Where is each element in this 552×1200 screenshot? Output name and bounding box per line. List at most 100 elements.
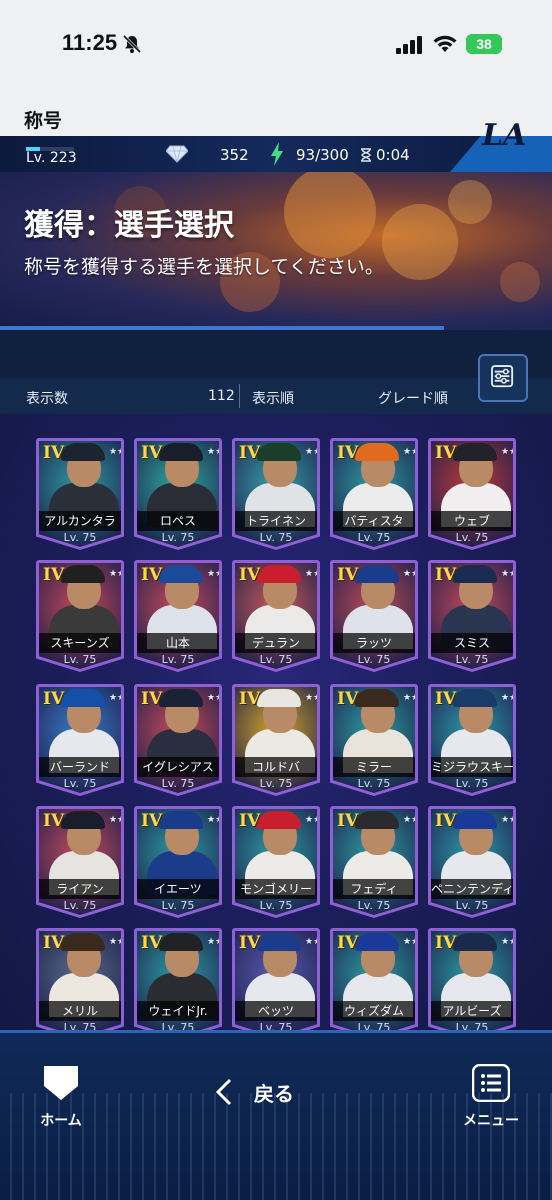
display-count-label: 表示数 [26, 391, 68, 407]
gem-count: 352 [220, 146, 249, 164]
card-grade: IV [337, 933, 359, 953]
team-logo-text: LA [482, 118, 527, 153]
player-name: モンゴメリー [235, 879, 317, 899]
player-name: イグレシアス [137, 757, 219, 777]
player-cap [159, 565, 203, 583]
card-face: IV ★★★★★ イグレシアスLv. 75 [137, 687, 219, 793]
battery-indicator: 38 [466, 34, 502, 54]
sort-order-label[interactable]: 表示順 [252, 388, 294, 408]
player-card[interactable]: IV ★★★★★ ペニンテンディLv. 75 [428, 806, 516, 918]
player-name: ベッツ [235, 1001, 317, 1021]
player-level: Lv. 75 [63, 653, 97, 666]
card-face: IV ★★★★★ トライネンLv. 75 [235, 441, 317, 547]
player-cap [159, 811, 203, 829]
player-name: ライアン [39, 879, 121, 899]
player-card[interactable]: IV ★★★★★ ウェイドJr.Lv. 75 [134, 928, 222, 1030]
player-level: Lv. 75 [63, 777, 97, 790]
player-card[interactable]: IV ★★★★★ ミラーLv. 75 [330, 684, 418, 796]
player-level: Lv. 75 [259, 777, 293, 790]
player-card[interactable]: IV ★★★★★ スキーンズLv. 75 [36, 560, 124, 672]
player-name: スキーンズ [39, 633, 121, 653]
player-level: Lv. 75 [455, 1021, 489, 1030]
player-card[interactable]: IV ★★★★★ ロペスLv. 75 [134, 438, 222, 550]
star-rating-icon: ★★★★★ [109, 815, 121, 825]
card-face: IV ★★★★★ アルカンタラLv. 75 [39, 441, 121, 547]
player-cap [257, 565, 301, 583]
back-button[interactable]: 戻る [214, 1072, 334, 1112]
player-cap [159, 933, 203, 951]
player-card[interactable]: IV ★★★★★ ベッツLv. 75 [232, 928, 320, 1030]
card-grade: IV [239, 933, 261, 953]
status-bar: 11:25 38 [0, 0, 552, 90]
card-face: IV ★★★★★ 山本Lv. 75 [137, 563, 219, 669]
menu-button[interactable]: メニュー [458, 1064, 524, 1134]
player-name: デュラン [235, 633, 317, 653]
card-grade: IV [435, 933, 457, 953]
player-card[interactable]: IV ★★★★★ モンゴメリーLv. 75 [232, 806, 320, 918]
star-rating-icon: ★★★★★ [207, 815, 219, 825]
filter-settings-button[interactable] [478, 354, 528, 402]
player-level: Lv. 75 [455, 899, 489, 912]
player-card[interactable]: IV ★★★★★ バティスタLv. 75 [330, 438, 418, 550]
player-card[interactable]: IV ★★★★★ ライアンLv. 75 [36, 806, 124, 918]
player-card[interactable]: IV ★★★★★ 山本Lv. 75 [134, 560, 222, 672]
player-card[interactable]: IV ★★★★★ スミスLv. 75 [428, 560, 516, 672]
stamina-timer: 0:04 [376, 146, 410, 164]
card-grade: IV [239, 565, 261, 585]
card-grade: IV [435, 811, 457, 831]
player-card[interactable]: IV ★★★★★ ミジラウスキーLv. 75 [428, 684, 516, 796]
player-card[interactable]: IV ★★★★★ アルビーズLv. 75 [428, 928, 516, 1030]
player-cap [61, 933, 105, 951]
player-level: Lv. 75 [161, 777, 195, 790]
player-card[interactable]: IV ★★★★★ ウェブLv. 75 [428, 438, 516, 550]
card-face: IV ★★★★★ メリルLv. 75 [39, 931, 121, 1030]
player-level: Lv. 75 [259, 899, 293, 912]
player-card[interactable]: IV ★★★★★ イグレシアスLv. 75 [134, 684, 222, 796]
player-name: ロペス [137, 511, 219, 531]
player-card[interactable]: IV ★★★★★ メリルLv. 75 [36, 928, 124, 1030]
star-rating-icon: ★★★★★ [403, 447, 415, 457]
card-grade: IV [141, 811, 163, 831]
player-card[interactable]: IV ★★★★★ コルドバLv. 75 [232, 684, 320, 796]
player-cap [355, 689, 399, 707]
player-name: バティスタ [333, 511, 415, 531]
player-cap [453, 689, 497, 707]
player-card[interactable]: IV ★★★★★ バーランドLv. 75 [36, 684, 124, 796]
player-card[interactable]: IV ★★★★★ イエーツLv. 75 [134, 806, 222, 918]
card-face: IV ★★★★★ ウェブLv. 75 [431, 441, 513, 547]
player-card[interactable]: IV ★★★★★ ウィズダムLv. 75 [330, 928, 418, 1030]
menu-list-icon [472, 1064, 510, 1102]
player-level: Lv. 75 [161, 899, 195, 912]
player-level: Lv. 75 [259, 653, 293, 666]
player-card[interactable]: IV ★★★★★ アルカンタラLv. 75 [36, 438, 124, 550]
sort-divider [239, 384, 240, 408]
lightning-bolt-icon [271, 142, 283, 166]
diamond-icon [166, 145, 188, 163]
player-cap [453, 811, 497, 829]
star-rating-icon: ★★★★★ [305, 447, 317, 457]
star-rating-icon: ★★★★★ [403, 937, 415, 947]
player-name: フェディ [333, 879, 415, 899]
player-name: ミジラウスキー [431, 757, 513, 777]
player-cap [453, 565, 497, 583]
card-face: IV ★★★★★ ベッツLv. 75 [235, 931, 317, 1030]
player-cap [257, 689, 301, 707]
sort-order-value[interactable]: グレード順 [378, 388, 448, 408]
player-card[interactable]: IV ★★★★★ デュランLv. 75 [232, 560, 320, 672]
player-level: Lv. 75 [357, 531, 391, 544]
chevron-left-icon [215, 1078, 232, 1106]
home-button[interactable]: ホーム [36, 1064, 86, 1134]
player-card[interactable]: IV ★★★★★ トライネンLv. 75 [232, 438, 320, 550]
card-face: IV ★★★★★ ミジラウスキーLv. 75 [431, 687, 513, 793]
battery-level: 38 [476, 36, 492, 52]
player-card[interactable]: IV ★★★★★ フェディLv. 75 [330, 806, 418, 918]
filter-sliders-icon [491, 365, 514, 388]
player-card[interactable]: IV ★★★★★ ラッツLv. 75 [330, 560, 418, 672]
player-name: ラッツ [333, 633, 415, 653]
star-rating-icon: ★★★★★ [207, 937, 219, 947]
card-face: IV ★★★★★ スキーンズLv. 75 [39, 563, 121, 669]
card-grade: IV [435, 565, 457, 585]
player-name: アルカンタラ [39, 511, 121, 531]
sort-bar: 表示数 112 表示順 グレード順 [0, 378, 552, 414]
title-banner: 獲得：選手選択 称号を獲得する選手を選択してください。 [0, 172, 552, 330]
